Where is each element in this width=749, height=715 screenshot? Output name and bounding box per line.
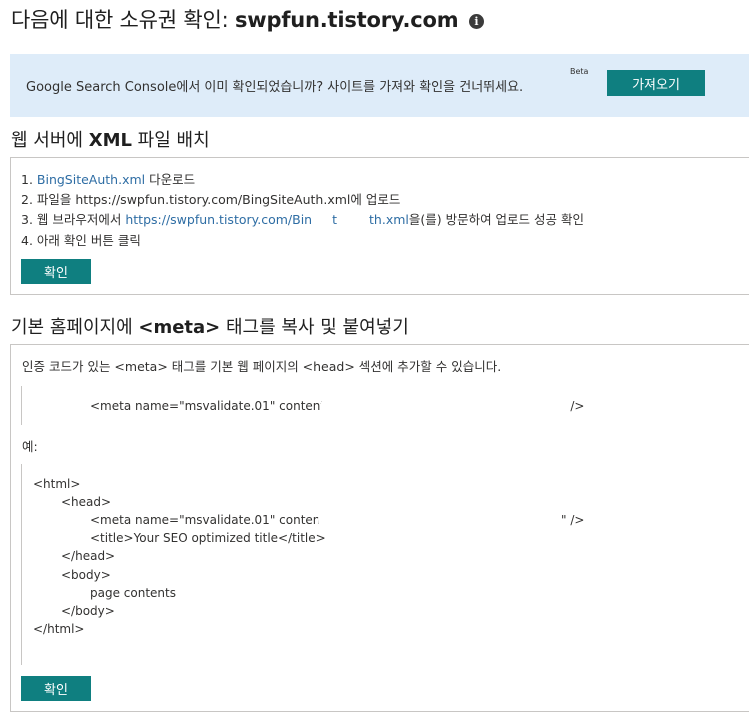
meta-panel: 인증 코드가 있는 <meta> 태그를 기본 웹 페이지의 <head> 섹션… [10, 344, 749, 712]
step-2: 2. 파일을 https://swpfun.tistory.com/BingSi… [21, 192, 401, 207]
meta-description: 인증 코드가 있는 <meta> 태그를 기본 웹 페이지의 <head> 섹션… [22, 359, 502, 374]
code-page-contents: page contents [90, 586, 176, 600]
code-meta-start: <meta name="msvalidate.01" content=" [90, 513, 341, 527]
meta-tag-start: <meta name="msvalidate.01" content=" [90, 399, 341, 413]
step-3: 3. 웹 브라우저에서 https://swpfun.tistory.com/B… [21, 209, 584, 228]
xml-heading-bold: XML [88, 130, 132, 151]
code-html-open: <html> [33, 477, 81, 491]
meta-section-heading: 기본 홈페이지에 <meta> 태그를 복사 및 붙여넣기 [11, 313, 409, 339]
code-head-close: </head> [61, 549, 116, 563]
step-1-text: 다운로드 [145, 172, 196, 187]
info-icon[interactable]: i [468, 14, 484, 29]
step-1: 1. BingSiteAuth.xml 다운로드 [21, 169, 195, 188]
beta-badge: Beta [570, 67, 589, 76]
verify-url-link[interactable]: https://swpfun.tistory.com/Bin t th.xml [125, 212, 409, 227]
code-body-open: <body> [61, 568, 111, 582]
xml-verify-button[interactable]: 확인 [21, 259, 91, 284]
meta-verify-button[interactable]: 확인 [21, 676, 91, 701]
verify-url-part-2: t [332, 212, 338, 227]
xml-panel: 1. BingSiteAuth.xml 다운로드 2. 파일을 https://… [10, 157, 749, 295]
step-4: 4. 아래 확인 버튼 클릭 [21, 233, 141, 248]
code-meta-end: " /> [561, 513, 585, 527]
code-body-close: </body> [61, 604, 115, 618]
step-1-number: 1. [21, 172, 37, 187]
xml-heading-rest: 파일 배치 [131, 130, 210, 151]
example-code-box[interactable]: <html> <head> <meta name="msvalidate.01"… [21, 464, 584, 665]
meta-heading-rest: 태그를 복사 및 붙여넣기 [220, 317, 409, 338]
redaction-mark [320, 395, 570, 421]
download-link[interactable]: BingSiteAuth.xml [37, 172, 145, 187]
step-3-text: 을(를) 방문하여 업로드 성공 확인 [408, 212, 585, 227]
meta-tag-box[interactable]: <meta name="msvalidate.01" content=" " /… [21, 386, 584, 425]
code-title: <title>Your SEO optimized title</title> [90, 531, 326, 545]
import-banner: Google Search Console에서 이미 확인되었습니까? 사이트를… [10, 54, 749, 117]
verify-url-part-3: th.xml [369, 212, 409, 227]
xml-section-heading: 웹 서버에 XML 파일 배치 [11, 126, 210, 152]
redaction-mark [318, 499, 548, 539]
import-button[interactable]: 가져오기 [607, 70, 705, 96]
page-title-domain: swpfun.tistory.com [234, 8, 459, 32]
step-3-prefix: 3. 웹 브라우저에서 [21, 212, 126, 227]
page-title: 다음에 대한 소유권 확인: swpfun.tistory.com i [11, 4, 484, 34]
code-html-close: </html> [33, 622, 85, 636]
verify-url-part-1: https://swpfun.tistory.com/Bin [125, 212, 313, 227]
meta-heading-bold: <meta> [138, 317, 221, 338]
banner-text: Google Search Console에서 이미 확인되었습니까? 사이트를… [26, 80, 524, 95]
code-head-open: <head> [61, 495, 112, 509]
xml-heading-text: 웹 서버에 [11, 130, 89, 151]
page-title-prefix: 다음에 대한 소유권 확인: [11, 8, 235, 32]
meta-heading-text: 기본 홈페이지에 [11, 317, 139, 338]
example-label: 예: [22, 439, 38, 454]
